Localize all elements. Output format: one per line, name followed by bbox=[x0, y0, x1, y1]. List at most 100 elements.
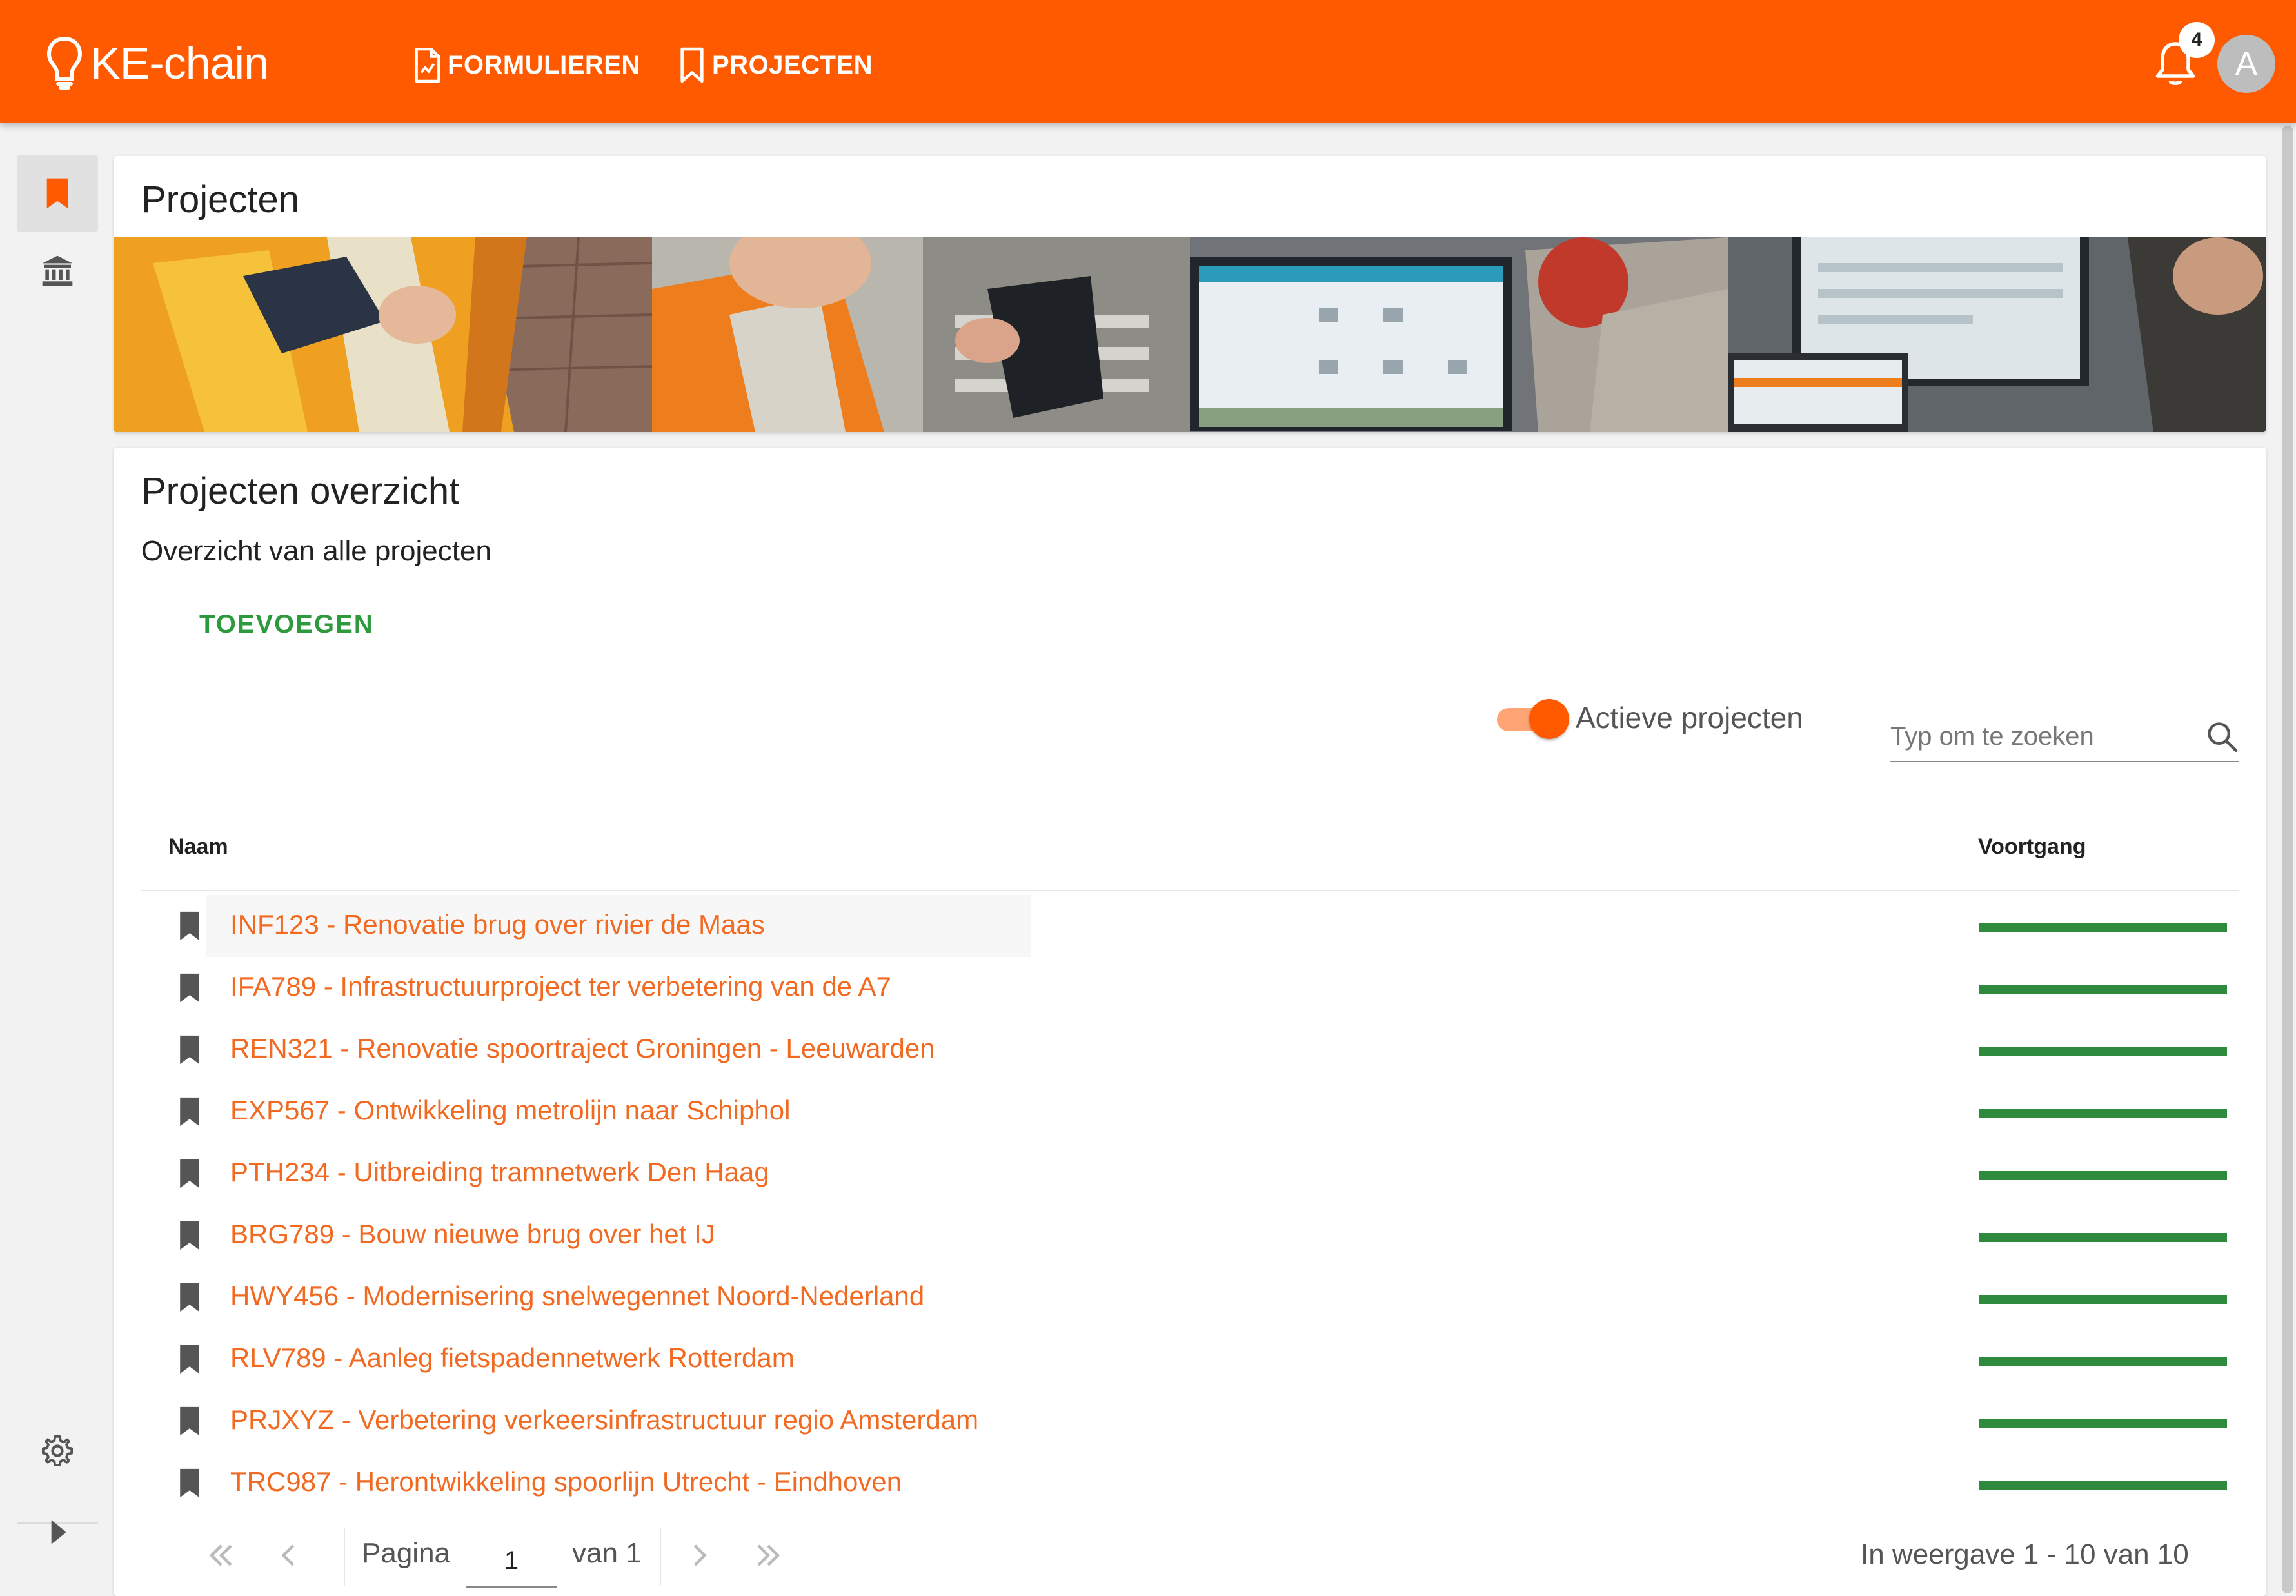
bookmark-icon bbox=[680, 47, 704, 83]
vertical-scrollbar[interactable] bbox=[2279, 123, 2296, 1596]
active-projects-toggle[interactable] bbox=[1488, 694, 1573, 743]
header-card: Projecten bbox=[114, 156, 2266, 432]
notification-badge: 4 bbox=[2179, 22, 2215, 58]
project-link[interactable]: EXP567 - Ontwikkeling metrolijn naar Sch… bbox=[230, 1095, 790, 1126]
progress-bar bbox=[1979, 1357, 2227, 1366]
bookmark-icon bbox=[180, 1283, 199, 1312]
project-link[interactable]: TRC987 - Herontwikkeling spoorlijn Utrec… bbox=[230, 1466, 902, 1497]
banner-photo-1 bbox=[114, 237, 652, 432]
nav-formulieren[interactable]: FORMULIEREN bbox=[413, 43, 640, 88]
progress-bar bbox=[1979, 1233, 2227, 1242]
active-projects-label: Actieve projecten bbox=[1576, 701, 1803, 734]
table-row[interactable]: IFA789 - Infrastructuurproject ter verbe… bbox=[141, 957, 2239, 1019]
banner-photo-4 bbox=[1728, 237, 2266, 432]
pagination-info: In weergave 1 - 10 van 10 bbox=[1861, 1539, 2189, 1570]
progress-fill bbox=[1979, 1481, 2227, 1490]
sidebar-item-projecten[interactable] bbox=[17, 155, 98, 232]
project-link[interactable]: REN321 - Renovatie spoortraject Groninge… bbox=[230, 1033, 935, 1064]
progress-bar bbox=[1979, 985, 2227, 994]
scrollbar-thumb[interactable] bbox=[2282, 126, 2293, 1593]
progress-fill bbox=[1979, 1109, 2227, 1118]
double-chevron-left-icon bbox=[209, 1544, 232, 1566]
nav-projecten[interactable]: PROJECTEN bbox=[677, 43, 873, 88]
bookmark-icon bbox=[180, 1406, 199, 1436]
table-row[interactable]: REN321 - Renovatie spoortraject Groninge… bbox=[141, 1019, 2239, 1081]
sidebar-item-bank[interactable] bbox=[17, 233, 98, 309]
banner-photo-3 bbox=[1190, 237, 1728, 432]
bookmark-icon bbox=[180, 911, 199, 941]
page-count-label: van 1 bbox=[572, 1537, 642, 1569]
table-row[interactable]: HWY456 - Modernisering snelwegennet Noor… bbox=[141, 1266, 2239, 1328]
bookmark-icon bbox=[180, 1345, 199, 1374]
lightbulb-icon bbox=[46, 36, 83, 90]
projects-overview-card: Projecten overzicht Overzicht van alle p… bbox=[114, 448, 2266, 1596]
app-logo[interactable]: KE-chain bbox=[45, 31, 269, 95]
expand-sidebar-button[interactable] bbox=[17, 1494, 98, 1570]
progress-fill bbox=[1979, 923, 2227, 932]
page-title: Projecten bbox=[141, 179, 300, 221]
progress-fill bbox=[1979, 1047, 2227, 1056]
bookmark-icon bbox=[180, 973, 199, 1003]
table-row[interactable]: BRG789 - Bouw nieuwe brug over het IJ bbox=[141, 1205, 2239, 1266]
last-page-button[interactable] bbox=[749, 1536, 787, 1575]
banner-image bbox=[114, 237, 2266, 432]
logo-text: KE-chain bbox=[90, 38, 269, 88]
project-link[interactable]: IFA789 - Infrastructuurproject ter verbe… bbox=[230, 971, 891, 1002]
settings-button[interactable] bbox=[17, 1413, 98, 1489]
chevron-left-icon bbox=[281, 1544, 295, 1566]
nav-projecten-label: PROJECTEN bbox=[712, 50, 873, 79]
search-field bbox=[1890, 711, 2239, 762]
bookmark-icon bbox=[180, 1097, 199, 1127]
project-link[interactable]: BRG789 - Bouw nieuwe brug over het IJ bbox=[230, 1219, 715, 1250]
project-link[interactable]: INF123 - Renovatie brug over rivier de M… bbox=[230, 909, 765, 940]
progress-fill bbox=[1979, 1419, 2227, 1428]
table-row[interactable]: PTH234 - Uitbreiding tramnetwerk Den Haa… bbox=[141, 1143, 2239, 1205]
bank-icon bbox=[42, 255, 73, 286]
progress-bar bbox=[1979, 1481, 2227, 1490]
bookmark-icon bbox=[180, 1159, 199, 1188]
expand-arrow-icon bbox=[51, 1520, 66, 1544]
toggle-knob bbox=[1529, 699, 1569, 739]
project-link[interactable]: PTH234 - Uitbreiding tramnetwerk Den Haa… bbox=[230, 1157, 769, 1188]
page-label: Pagina bbox=[362, 1537, 451, 1569]
project-link[interactable]: PRJXYZ - Verbetering verkeersinfrastruct… bbox=[230, 1404, 978, 1435]
table-header-divider bbox=[141, 890, 2239, 891]
table-row[interactable]: INF123 - Renovatie brug over rivier de M… bbox=[141, 895, 2239, 957]
nav-formulieren-label: FORMULIEREN bbox=[448, 50, 640, 79]
progress-fill bbox=[1979, 1171, 2227, 1180]
column-header-naam[interactable]: Naam bbox=[168, 834, 228, 860]
column-header-voortgang[interactable]: Voortgang bbox=[1978, 834, 2086, 860]
add-button[interactable]: TOEVOEGEN bbox=[179, 598, 395, 650]
project-link[interactable]: RLV789 - Aanleg fietspadennetwerk Rotter… bbox=[230, 1343, 795, 1374]
double-chevron-right-icon bbox=[757, 1544, 780, 1566]
bookmark-icon bbox=[180, 1035, 199, 1065]
progress-fill bbox=[1979, 1295, 2227, 1304]
search-input[interactable] bbox=[1890, 718, 2193, 754]
progress-bar bbox=[1979, 923, 2227, 932]
prev-page-button[interactable] bbox=[269, 1536, 308, 1575]
side-rail bbox=[0, 123, 111, 1596]
pager-separator bbox=[660, 1528, 661, 1586]
progress-bar bbox=[1979, 1047, 2227, 1056]
progress-bar bbox=[1979, 1109, 2227, 1118]
progress-bar bbox=[1979, 1295, 2227, 1304]
table-row[interactable]: TRC987 - Herontwikkeling spoorlijn Utrec… bbox=[141, 1452, 2239, 1514]
progress-fill bbox=[1979, 985, 2227, 994]
avatar[interactable]: A bbox=[2217, 35, 2275, 93]
page-number-input[interactable] bbox=[466, 1535, 557, 1588]
table-row[interactable]: EXP567 - Ontwikkeling metrolijn naar Sch… bbox=[141, 1081, 2239, 1143]
chevron-right-icon bbox=[693, 1544, 707, 1566]
first-page-button[interactable] bbox=[202, 1536, 241, 1575]
progress-bar bbox=[1979, 1171, 2227, 1180]
search-icon[interactable] bbox=[2205, 720, 2239, 753]
pager-separator bbox=[344, 1528, 345, 1586]
gear-icon bbox=[41, 1435, 74, 1467]
progress-fill bbox=[1979, 1233, 2227, 1242]
section-title: Projecten overzicht bbox=[141, 470, 460, 512]
table-row[interactable]: RLV789 - Aanleg fietspadennetwerk Rotter… bbox=[141, 1328, 2239, 1390]
table-row[interactable]: PRJXYZ - Verbetering verkeersinfrastruct… bbox=[141, 1390, 2239, 1452]
form-icon bbox=[415, 47, 440, 83]
next-page-button[interactable] bbox=[680, 1536, 719, 1575]
project-link[interactable]: HWY456 - Modernisering snelwegennet Noor… bbox=[230, 1281, 924, 1312]
progress-bar bbox=[1979, 1419, 2227, 1428]
